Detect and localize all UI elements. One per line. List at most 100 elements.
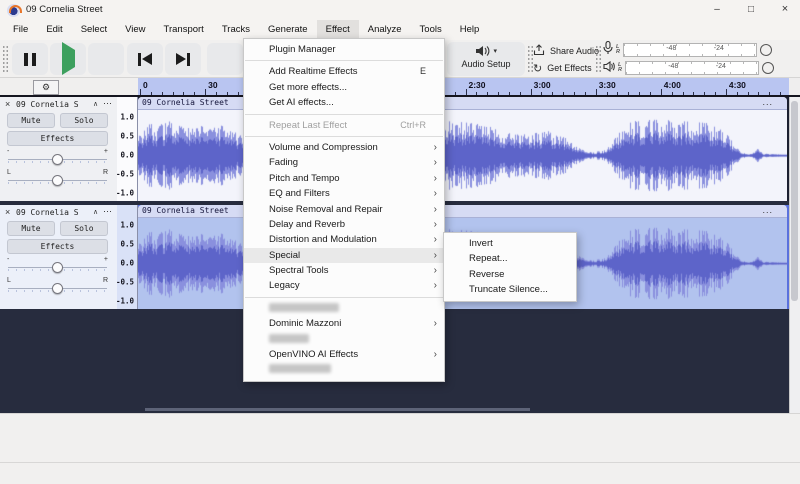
pause-button[interactable] bbox=[12, 43, 48, 75]
mute-button[interactable]: Mute bbox=[7, 113, 55, 128]
vertical-scrollbar-thumb[interactable] bbox=[791, 101, 798, 301]
menu-item-redacted[interactable] bbox=[244, 362, 444, 377]
vertical-scale-ruler[interactable]: 1.0 0.5 0.0 -0.5 -1.0 bbox=[117, 97, 138, 201]
track-collapse-icon[interactable]: ∧ bbox=[93, 100, 98, 108]
menu-item-add-realtime-effects[interactable]: Add Realtime EffectsE bbox=[244, 64, 444, 79]
menubar-item-generate[interactable]: Generate bbox=[259, 20, 317, 40]
menubar-item-transport[interactable]: Transport bbox=[155, 20, 213, 40]
menu-item-redacted[interactable] bbox=[244, 301, 444, 316]
effects-button[interactable]: Effects bbox=[7, 131, 108, 146]
close-button[interactable]: × bbox=[768, 0, 800, 20]
meter-toolbar-grip[interactable] bbox=[595, 45, 602, 73]
track-overflow-icon[interactable]: ⋯ bbox=[103, 206, 112, 217]
vertical-scale-ruler[interactable]: 1.0 0.5 0.0 -0.5 -1.0 bbox=[117, 205, 138, 309]
menubar-item-edit[interactable]: Edit bbox=[37, 20, 71, 40]
menubar-item-analyze[interactable]: Analyze bbox=[359, 20, 411, 40]
playback-volume-knob[interactable] bbox=[762, 62, 774, 74]
track-overflow-icon[interactable]: ⋯ bbox=[103, 98, 112, 109]
clip-menu-icon[interactable]: ... bbox=[762, 97, 773, 107]
menu-separator bbox=[245, 114, 443, 115]
menu-item-repeat[interactable]: Repeat... bbox=[444, 251, 576, 266]
solo-button[interactable]: Solo bbox=[60, 221, 108, 236]
menu-item-volume-and-compression[interactable]: Volume and Compression› bbox=[244, 140, 444, 155]
submenu-arrow-icon: › bbox=[434, 248, 437, 263]
menubar-item-select[interactable]: Select bbox=[72, 20, 116, 40]
menu-item-fading[interactable]: Fading› bbox=[244, 155, 444, 170]
menu-item-eq-and-filters[interactable]: EQ and Filters› bbox=[244, 186, 444, 201]
play-icon bbox=[62, 50, 75, 68]
timeline-ruler[interactable]: 0301:001:302:002:303:003:304:004:30 bbox=[138, 78, 789, 97]
clip-menu-icon[interactable]: ... bbox=[762, 205, 773, 215]
play-button[interactable] bbox=[50, 43, 86, 75]
audio-setup-label: Audio Setup bbox=[447, 59, 525, 69]
submenu-arrow-icon: › bbox=[434, 278, 437, 293]
menu-item-get-ai-effects[interactable]: Get AI effects... bbox=[244, 95, 444, 110]
submenu-arrow-icon: › bbox=[434, 155, 437, 170]
share-icon bbox=[533, 44, 545, 58]
get-effects-label: Get Effects bbox=[547, 63, 591, 73]
solo-button[interactable]: Solo bbox=[60, 113, 108, 128]
menu-item-plugin-manager[interactable]: Plugin Manager bbox=[244, 42, 444, 57]
mute-button[interactable]: Mute bbox=[7, 221, 55, 236]
title-bar: 09 Cornelia Street – □ × bbox=[0, 0, 800, 20]
menu-item-delay-and-reverb[interactable]: Delay and Reverb› bbox=[244, 217, 444, 232]
menubar-item-effect[interactable]: Effect bbox=[317, 20, 359, 40]
clip-header[interactable]: 09 Cornelia Street ... bbox=[138, 205, 787, 218]
timeline-options-gear-button[interactable]: ⚙ bbox=[33, 80, 59, 95]
menu-item-invert[interactable]: Invert bbox=[444, 236, 576, 251]
skip-to-end-button[interactable] bbox=[165, 43, 201, 75]
skip-to-start-button[interactable] bbox=[127, 43, 163, 75]
menu-item-special[interactable]: Special› bbox=[244, 248, 444, 263]
minimize-button[interactable]: – bbox=[700, 0, 734, 20]
gain-slider-thumb[interactable] bbox=[52, 154, 63, 165]
menu-item-openvino-ai-effects[interactable]: OpenVINO AI Effects› bbox=[244, 347, 444, 362]
menubar-item-file[interactable]: File bbox=[4, 20, 37, 40]
track-name[interactable]: 09 Cornelia S bbox=[16, 100, 94, 109]
transport-toolbar-grip[interactable] bbox=[2, 45, 9, 73]
gain-slider[interactable]: -+ bbox=[7, 256, 108, 274]
stop-button[interactable] bbox=[88, 43, 124, 75]
track-close-icon[interactable]: × bbox=[5, 207, 10, 217]
record-button[interactable] bbox=[207, 43, 243, 75]
playback-meter[interactable]: LR -48-24 bbox=[603, 60, 789, 76]
track-name[interactable]: 09 Cornelia S bbox=[16, 208, 94, 217]
track-collapse-icon[interactable]: ∧ bbox=[93, 208, 98, 216]
clip-title: 09 Cornelia Street bbox=[142, 206, 229, 215]
pan-slider-thumb[interactable] bbox=[52, 283, 63, 294]
pan-slider[interactable]: LR bbox=[7, 277, 108, 295]
menu-item-dominic-mazzoni[interactable]: Dominic Mazzoni› bbox=[244, 316, 444, 331]
menu-item-reverse[interactable]: Reverse bbox=[444, 267, 576, 282]
menu-item-spectral-tools[interactable]: Spectral Tools› bbox=[244, 263, 444, 278]
audio-clip[interactable]: 09 Cornelia Street ... bbox=[138, 97, 787, 201]
gain-slider[interactable]: -+ bbox=[7, 148, 108, 166]
maximize-button[interactable]: □ bbox=[734, 0, 768, 20]
menubar-item-view[interactable]: View bbox=[116, 20, 154, 40]
menu-item-get-more-effects[interactable]: Get more effects... bbox=[244, 80, 444, 95]
submenu-arrow-icon: › bbox=[434, 186, 437, 201]
menu-item-truncate-silence[interactable]: Truncate Silence... bbox=[444, 282, 576, 297]
menubar-item-tracks[interactable]: Tracks bbox=[213, 20, 259, 40]
recording-meter[interactable]: LR -48-24 bbox=[603, 42, 789, 58]
menu-item-redacted[interactable] bbox=[244, 332, 444, 347]
horizontal-scrollbar-thumb[interactable] bbox=[145, 408, 530, 411]
pan-slider-thumb[interactable] bbox=[52, 175, 63, 186]
track-close-icon[interactable]: × bbox=[5, 99, 10, 109]
menu-item-legacy[interactable]: Legacy› bbox=[244, 278, 444, 293]
waveform[interactable] bbox=[138, 110, 787, 201]
pan-slider[interactable]: LR bbox=[7, 169, 108, 187]
audio-setup-button[interactable]: ▾ Audio Setup bbox=[447, 42, 525, 76]
gain-slider-thumb[interactable] bbox=[52, 262, 63, 273]
menubar-item-help[interactable]: Help bbox=[451, 20, 489, 40]
menubar-item-tools[interactable]: Tools bbox=[411, 20, 451, 40]
menu-item-noise-removal-and-repair[interactable]: Noise Removal and Repair› bbox=[244, 202, 444, 217]
effects-button[interactable]: Effects bbox=[7, 239, 108, 254]
menu-item-repeat-last-effect[interactable]: Repeat Last EffectCtrl+R bbox=[244, 118, 444, 133]
menu-item-distortion-and-modulation[interactable]: Distortion and Modulation› bbox=[244, 232, 444, 247]
bottom-toolbar: Tempo 120 Time Signature 4 / 4˅ Snap 1/8… bbox=[0, 413, 800, 462]
pause-icon bbox=[24, 53, 36, 66]
special-submenu: InvertRepeat...ReverseTruncate Silence..… bbox=[443, 232, 577, 302]
menu-item-pitch-and-tempo[interactable]: Pitch and Tempo› bbox=[244, 171, 444, 186]
recording-volume-knob[interactable] bbox=[760, 44, 772, 56]
clip-header[interactable]: 09 Cornelia Street ... bbox=[138, 97, 787, 110]
speaker-icon: ▾ bbox=[447, 45, 525, 59]
